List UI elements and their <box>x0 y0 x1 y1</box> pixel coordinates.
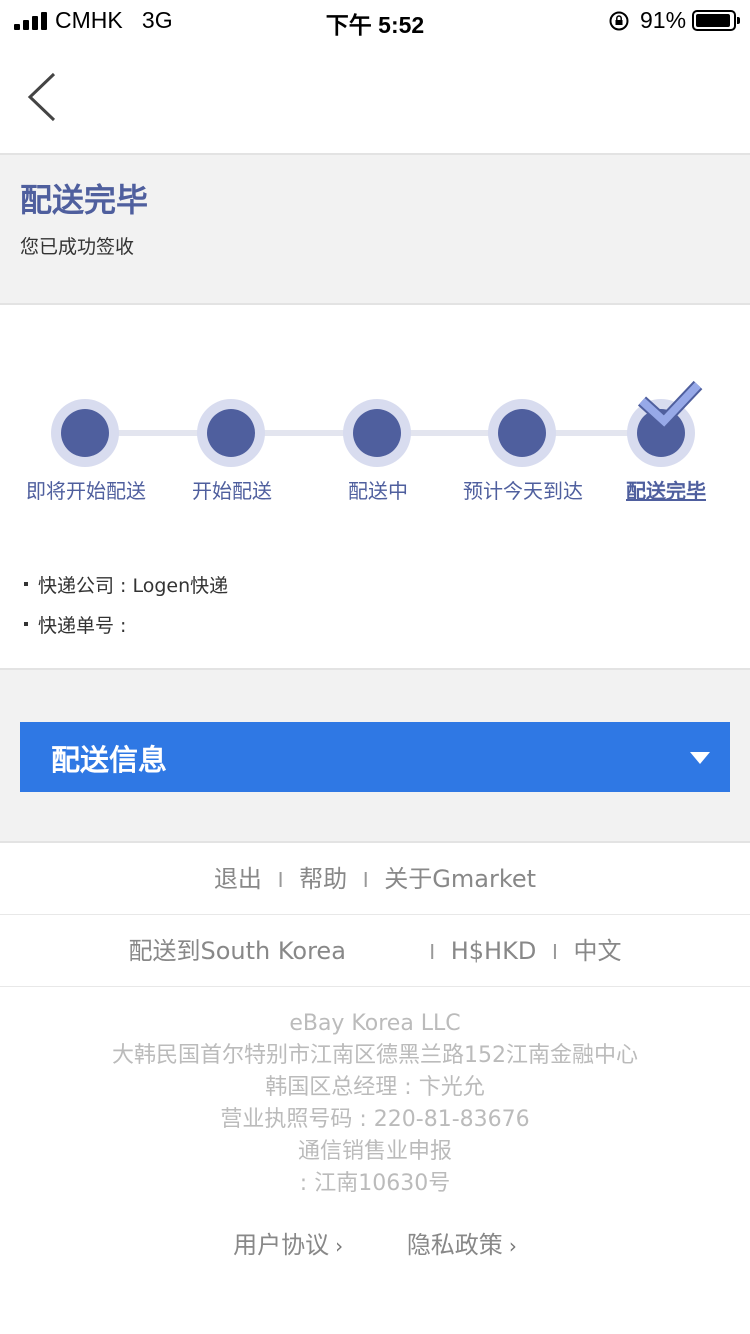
status-bar: CMHK 3G 下午 5:52 91% <box>0 0 750 40</box>
step-label: 预计今天到达 <box>463 479 583 503</box>
terms-link[interactable]: 用户协议 › <box>233 1231 343 1259</box>
tracking-number: 快递单号 : <box>24 611 126 638</box>
about-link[interactable]: 关于Gmarket <box>384 865 536 893</box>
language-link[interactable]: 中文 <box>574 937 622 965</box>
separator: I <box>277 868 284 892</box>
bullet-icon <box>24 621 28 626</box>
company-line: 大韩民国首尔特别市江南区德黑兰路152江南金融中心 <box>112 1043 638 1068</box>
step-dot <box>197 399 265 467</box>
checkmark-icon <box>637 380 703 429</box>
step-label: 开始配送 <box>192 479 272 503</box>
rotation-lock-icon <box>609 11 629 31</box>
footer-settings: 配送到South Korea I H$HKD I 中文 <box>0 915 750 987</box>
battery-percent: 91% <box>640 7 687 33</box>
step-label: 配送中 <box>348 479 408 503</box>
company-line: 营业执照号码 : 220-81-83676 <box>220 1107 530 1132</box>
separator: I <box>429 940 436 964</box>
company-line: 韩国区总经理 : 卞光允 <box>265 1075 485 1100</box>
footer-links: 退出 I 帮助 I 关于Gmarket <box>0 843 750 915</box>
chevron-right-icon: › <box>335 1234 344 1258</box>
help-link[interactable]: 帮助 <box>299 865 347 893</box>
step-dot <box>488 399 556 467</box>
battery-icon <box>692 10 740 31</box>
company-line: : 江南10630号 <box>299 1171 451 1196</box>
shipping-info-label: 配送信息 <box>51 743 168 777</box>
step-label: 即将开始配送 <box>26 479 146 503</box>
clock: 下午 5:52 <box>325 12 425 38</box>
courier-company: 快递公司 : Logen快递 <box>24 571 228 598</box>
company-line: 通信销售业申报 <box>297 1139 452 1164</box>
delivery-progress: 即将开始配送 开始配送 配送中 预计今天到达 配送完毕 快递公司 : Logen… <box>0 305 750 670</box>
caret-down-icon <box>690 752 710 764</box>
delivery-status-header: 配送完毕 您已成功签收 <box>0 155 750 305</box>
status-title: 配送完毕 <box>20 181 149 219</box>
step-dot <box>343 399 411 467</box>
bullet-icon <box>24 581 28 586</box>
privacy-link[interactable]: 隐私政策 › <box>407 1231 517 1259</box>
nav-bar <box>0 40 750 155</box>
shipping-info-toggle[interactable]: 配送信息 <box>20 722 730 792</box>
status-subtitle: 您已成功签收 <box>20 236 135 258</box>
ship-to-link[interactable]: 配送到South Korea <box>128 937 345 965</box>
legal-links: 用户协议 › 隐私政策 › <box>0 1225 750 1260</box>
chevron-right-icon: › <box>508 1234 517 1258</box>
step-label-active[interactable]: 配送完毕 <box>586 475 746 504</box>
logout-link[interactable]: 退出 <box>214 865 262 893</box>
company-line: eBay Korea LLC <box>289 1011 461 1036</box>
company-info: eBay Korea LLC 大韩民国首尔特别市江南区德黑兰路152江南金融中心… <box>0 1008 750 1200</box>
currency-link[interactable]: H$HKD <box>451 937 537 965</box>
separator: I <box>551 940 558 964</box>
back-arrow-icon[interactable] <box>24 70 60 124</box>
step-dot <box>51 399 119 467</box>
separator: I <box>362 868 369 892</box>
shipping-info-section: 配送信息 <box>0 670 750 843</box>
